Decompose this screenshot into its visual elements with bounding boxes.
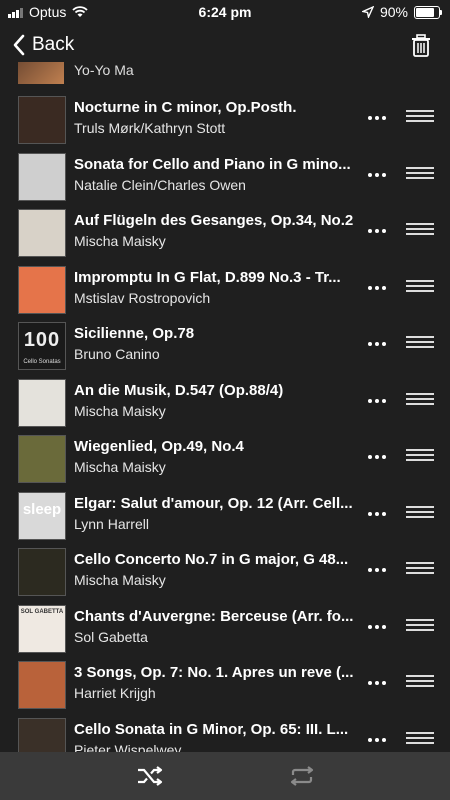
- more-options-icon[interactable]: [362, 106, 392, 130]
- drag-handle-icon[interactable]: [406, 110, 434, 124]
- album-art: [18, 62, 64, 84]
- list-item[interactable]: An die Musik, D.547 (Op.88/4) Mischa Mais…: [0, 373, 450, 429]
- drag-handle-icon[interactable]: [406, 336, 434, 350]
- track-title: Yo-Yo Ma: [74, 62, 134, 78]
- back-label: Back: [32, 34, 75, 55]
- track-artist: Lynn Harrell: [74, 515, 149, 532]
- track-title: Chants d'Auvergne: Berceuse (Arr. fo...: [74, 607, 354, 625]
- more-options-icon[interactable]: [362, 728, 392, 752]
- status-right: 90%: [361, 4, 442, 20]
- drag-handle-icon[interactable]: [406, 618, 434, 633]
- more-options-icon[interactable]: [362, 332, 392, 356]
- track-list[interactable]: Yo-Yo Ma Nocturne in C minor, Op.Posth. T…: [0, 62, 450, 752]
- drag-handle-icon[interactable]: [406, 562, 434, 576]
- track-title: Sicilienne, Op.78: [74, 325, 195, 342]
- track-artist: Natalie Clein/Charles Owen: [74, 176, 246, 193]
- list-item[interactable]: 100 Cello Sonatas Sicilienne, Op.78 Bruno C…: [0, 316, 450, 372]
- list-item[interactable]: Cello Sonata in G Minor, Op. 65: III. L.…: [0, 712, 450, 753]
- album-art: [18, 435, 66, 483]
- shuffle-icon[interactable]: [136, 764, 164, 788]
- more-options-icon[interactable]: [362, 502, 392, 526]
- drag-handle-icon[interactable]: [406, 223, 434, 237]
- more-options-icon[interactable]: [362, 276, 392, 300]
- trash-icon[interactable]: [410, 34, 432, 58]
- album-art: sleep: [18, 491, 66, 540]
- drag-handle-icon[interactable]: [406, 731, 434, 746]
- drag-handle-icon[interactable]: [406, 675, 434, 689]
- drag-handle-icon[interactable]: [406, 166, 434, 181]
- more-options-icon[interactable]: [362, 389, 392, 413]
- battery-fill: [416, 7, 434, 17]
- track-artist: Bruno Canino: [74, 346, 160, 362]
- list-item[interactable]: Sonata for Cello and Piano in G mino... N…: [0, 147, 450, 203]
- album-art: [18, 152, 66, 201]
- location-arrow-icon: [361, 6, 374, 18]
- album-art: [18, 717, 66, 752]
- list-item[interactable]: Impromptu In G Flat, D.899 No.3 - Tr... M…: [0, 260, 450, 316]
- album-art: [18, 661, 66, 709]
- list-item[interactable]: sleep Elgar: Salut d'amour, Op. 12 (Arr. …: [0, 486, 450, 542]
- track-artist: Pieter Wispelwey: [74, 741, 182, 753]
- album-art: [18, 209, 66, 257]
- drag-handle-icon[interactable]: [406, 392, 434, 407]
- track-artist: Mischa Maisky: [74, 233, 166, 249]
- battery-icon: [414, 5, 442, 19]
- track-title: Sonata for Cello and Piano in G mino...: [74, 155, 351, 173]
- drag-handle-icon[interactable]: [406, 279, 434, 294]
- track-title: 3 Songs, Op. 7: No. 1. Apres un reve (..…: [74, 664, 354, 681]
- track-title: Nocturne in C minor, Op.Posth.: [74, 99, 297, 116]
- album-art: [18, 265, 66, 314]
- more-options-icon[interactable]: [362, 163, 392, 187]
- chevron-left-icon: [13, 34, 25, 56]
- track-title: Cello Concerto No.7 in G major, G 48...: [74, 551, 349, 568]
- status-bar: Optus 6:24 pm 90%: [0, 0, 450, 24]
- repeat-icon[interactable]: [288, 764, 316, 788]
- album-art: SOL GABETTA: [18, 604, 66, 653]
- track-artist: Sol Gabetta: [74, 628, 148, 645]
- list-item[interactable]: SOL GABETTA Chants d'Auvergne: Berceuse (…: [0, 599, 450, 655]
- album-art-text: SOL GABETTA: [20, 608, 64, 615]
- back-button[interactable]: Back: [12, 34, 74, 56]
- album-art: [18, 378, 66, 427]
- album-art: [18, 96, 66, 144]
- track-title: An die Musik, D.547 (Op.88/4): [74, 381, 284, 399]
- track-artist: Mischa Maisky: [74, 459, 166, 475]
- more-options-icon[interactable]: [362, 615, 392, 639]
- track-artist: Truls Mørk/Kathryn Stott: [74, 120, 226, 136]
- more-options-icon[interactable]: [362, 219, 392, 243]
- album-art: [18, 548, 66, 596]
- nav-bar: Back: [0, 26, 450, 66]
- album-art-subtext: Cello Sonatas: [23, 359, 61, 365]
- album-art-text: 100: [23, 329, 61, 351]
- list-item[interactable]: Nocturne in C minor, Op.Posth. Truls Mørk…: [0, 90, 450, 146]
- bottom-bar: [0, 752, 450, 800]
- list-item[interactable]: Wiegenlied, Op.49, No.4 Mischa Maisky: [0, 429, 450, 485]
- track-title: Impromptu In G Flat, D.899 No.3 - Tr...: [74, 268, 341, 286]
- track-title: Wiegenlied, Op.49, No.4: [74, 438, 244, 455]
- album-art-text: sleep: [22, 500, 62, 518]
- battery-percent: 90%: [379, 4, 408, 20]
- track-title: Elgar: Salut d'amour, Op. 12 (Arr. Cell.…: [74, 494, 353, 512]
- list-item[interactable]: 3 Songs, Op. 7: No. 1. Apres un reve (..…: [0, 655, 450, 711]
- drag-handle-icon[interactable]: [406, 505, 434, 520]
- more-options-icon[interactable]: [362, 445, 392, 469]
- track-title: Cello Sonata in G Minor, Op. 65: III. L.…: [74, 720, 349, 738]
- track-artist: Mischa Maisky: [74, 402, 166, 419]
- track-title: Auf Flügeln des Gesanges, Op.34, No.2: [74, 212, 354, 229]
- track-artist: Harriet Krijgh: [74, 685, 156, 701]
- drag-handle-icon[interactable]: [406, 449, 434, 463]
- list-item[interactable]: Cello Concerto No.7 in G major, G 48... M…: [0, 542, 450, 598]
- more-options-icon[interactable]: [362, 671, 392, 695]
- track-artist: Mstislav Rostropovich: [74, 289, 211, 306]
- list-item[interactable]: Auf Flügeln des Gesanges, Op.34, No.2 Mis…: [0, 203, 450, 259]
- list-item[interactable]: Yo-Yo Ma: [0, 62, 450, 88]
- track-artist: Mischa Maisky: [74, 572, 166, 588]
- more-options-icon[interactable]: [362, 558, 392, 582]
- album-art: 100 Cello Sonatas: [18, 322, 66, 370]
